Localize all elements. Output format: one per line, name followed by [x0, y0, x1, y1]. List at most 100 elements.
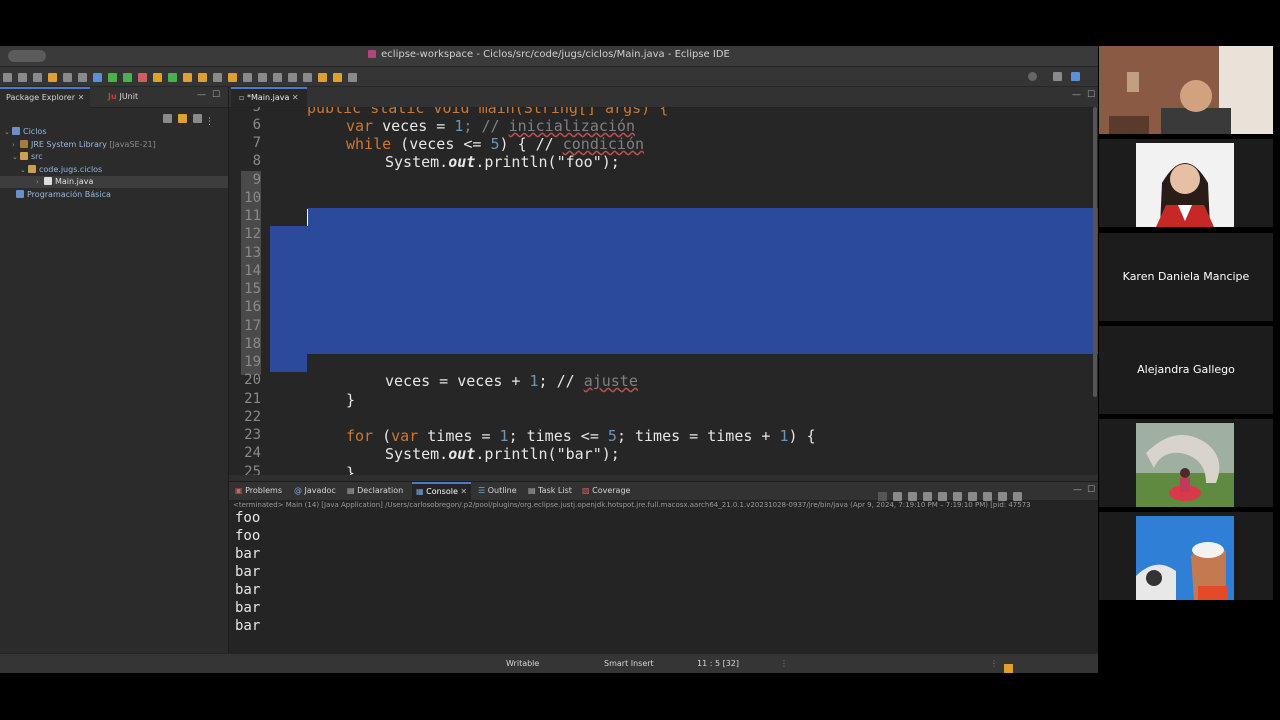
whitespace-icon[interactable] [273, 73, 282, 82]
title-bar: eclipse-workspace - Ciclos/src/code/jugs… [0, 46, 1098, 67]
close-icon[interactable]: ✕ [78, 93, 85, 102]
line-number: 7 [252, 135, 261, 151]
status-separator: ⋮ [780, 659, 788, 668]
debug-icon[interactable] [93, 73, 102, 82]
next-annotation-icon[interactable] [288, 73, 297, 82]
open-perspective-icon[interactable] [1053, 72, 1062, 81]
redo-icon[interactable] [63, 73, 72, 82]
close-icon[interactable]: ✕ [460, 487, 467, 496]
tab-declaration[interactable]: ▤ Declaration [347, 482, 403, 500]
participant-video [1099, 46, 1273, 134]
minimize-icon[interactable]: — [1073, 485, 1082, 495]
source-folder-icon [20, 152, 28, 160]
console-output-line: bar [235, 618, 261, 634]
tab-package-explorer[interactable]: Package Explorer ✕ [0, 87, 91, 109]
tree-item-programacion[interactable]: Programación Básica [16, 189, 111, 201]
search-icon[interactable] [213, 73, 222, 82]
code-line: public static void main(String[] args) { [307, 107, 669, 117]
declaration-icon: ▤ [347, 486, 358, 495]
forward-icon[interactable] [333, 73, 342, 82]
pin-console-icon[interactable] [983, 492, 992, 501]
minimize-icon[interactable]: — [1072, 90, 1081, 100]
java-perspective-icon[interactable] [1071, 72, 1080, 81]
tab-problems[interactable]: ▣ Problems [235, 482, 282, 500]
javadoc-icon: @ [294, 486, 305, 495]
line-number: 21 [244, 391, 261, 407]
project-icon [12, 127, 20, 135]
tab-javadoc[interactable]: @ Javadoc [294, 482, 336, 500]
lightbulb-icon[interactable] [1004, 664, 1013, 673]
filter-icon[interactable] [193, 114, 202, 123]
code-editor: ▫ *Main.java ✕ — ☐ 5 6 7 8 9 10 11 12 13… [229, 87, 1098, 475]
terminate-icon[interactable] [878, 492, 887, 501]
new-java-project-icon[interactable] [153, 73, 162, 82]
remove-all-icon[interactable] [908, 492, 917, 501]
back-icon[interactable] [318, 73, 327, 82]
prev-annotation-icon[interactable] [303, 73, 312, 82]
new-package-icon[interactable] [168, 73, 177, 82]
remove-launch-icon[interactable] [893, 492, 902, 501]
participant-tile[interactable] [1099, 139, 1273, 227]
participant-photo [1136, 423, 1234, 507]
scroll-lock-icon[interactable] [938, 492, 947, 501]
eclipse-file-icon [368, 50, 377, 58]
save-icon[interactable] [18, 73, 27, 82]
tab-task-list[interactable]: ▤ Task List [528, 482, 572, 500]
block-selection-icon[interactable] [258, 73, 267, 82]
maximize-icon[interactable]: ☐ [1087, 485, 1095, 495]
console-panel: ▣ Problems @ Javadoc ▤ Declaration ▦ Con… [229, 481, 1098, 654]
tree-item-jre[interactable]: › JRE System Library [JavaSE-21] [12, 139, 156, 151]
participant-tile[interactable] [1099, 512, 1273, 600]
participant-tile[interactable]: Karen Daniela Mancipe [1099, 233, 1273, 321]
word-wrap-icon[interactable] [953, 492, 962, 501]
console-output-line: bar [235, 582, 261, 598]
participant-tile[interactable] [1099, 46, 1273, 134]
save-all-icon[interactable] [33, 73, 42, 82]
close-icon[interactable]: ✕ [292, 93, 299, 102]
coverage-icon[interactable] [138, 73, 147, 82]
tab-junit[interactable]: Ju JUnit [102, 87, 144, 107]
link-editor-icon[interactable] [178, 114, 187, 123]
show-on-output-icon[interactable] [968, 492, 977, 501]
undo-icon[interactable] [48, 73, 57, 82]
tab-main-java[interactable]: ▫ *Main.java ✕ [231, 87, 307, 107]
text-cursor [307, 209, 308, 226]
minimize-icon[interactable]: — [197, 90, 206, 100]
folder-icon [16, 190, 24, 198]
maximize-icon[interactable]: ☐ [212, 90, 220, 100]
tab-coverage[interactable]: ▧ Coverage [582, 482, 630, 500]
open-console-icon[interactable] [1013, 492, 1022, 501]
maximize-icon[interactable]: ☐ [1087, 90, 1095, 100]
tree-item-ciclos[interactable]: ⌄ Ciclos [4, 126, 47, 138]
participant-tile[interactable]: Alejandra Gallego [1099, 326, 1273, 414]
open-type-icon[interactable] [198, 73, 207, 82]
participant-photo [1136, 516, 1234, 600]
terminal-icon[interactable] [78, 73, 87, 82]
tab-console[interactable]: ▦ Console ✕ [412, 482, 472, 500]
run-config-icon[interactable] [123, 73, 132, 82]
participant-tile[interactable] [1099, 419, 1273, 507]
pin-editor-icon[interactable] [348, 73, 357, 82]
package-icon [28, 165, 36, 173]
toggle-mark-icon[interactable] [243, 73, 252, 82]
status-separator: ⋮ [990, 659, 998, 668]
code-area[interactable]: 5 6 7 8 9 10 11 12 13 14 15 16 17 18 19 … [229, 107, 1098, 475]
collapse-all-icon[interactable] [163, 114, 172, 123]
problems-icon: ▣ [235, 486, 246, 495]
view-menu-icon[interactable]: ⋮ [205, 117, 214, 127]
editor-scrollbar[interactable] [1093, 107, 1097, 397]
new-icon[interactable] [3, 73, 12, 82]
clear-console-icon[interactable] [923, 492, 932, 501]
display-console-icon[interactable] [998, 492, 1007, 501]
run-icon[interactable] [108, 73, 117, 82]
status-cursor-position: 11 : 5 [32] [697, 659, 740, 668]
tree-item-main-java[interactable]: › Main.java [0, 176, 228, 188]
new-class-icon[interactable] [183, 73, 192, 82]
tab-outline[interactable]: ☰ Outline [478, 482, 517, 500]
highlight-icon[interactable] [228, 73, 237, 82]
code-line: var veces = 1; // inicialización [346, 117, 635, 135]
quick-access-search-icon[interactable] [1028, 72, 1037, 81]
tree-item-src[interactable]: ⌄ src [12, 151, 43, 163]
status-bar: Writable Smart Insert 11 : 5 [32] ⋮ ⋮ [0, 653, 1098, 673]
tree-item-package[interactable]: ⌄ code.jugs.ciclos [20, 164, 102, 176]
